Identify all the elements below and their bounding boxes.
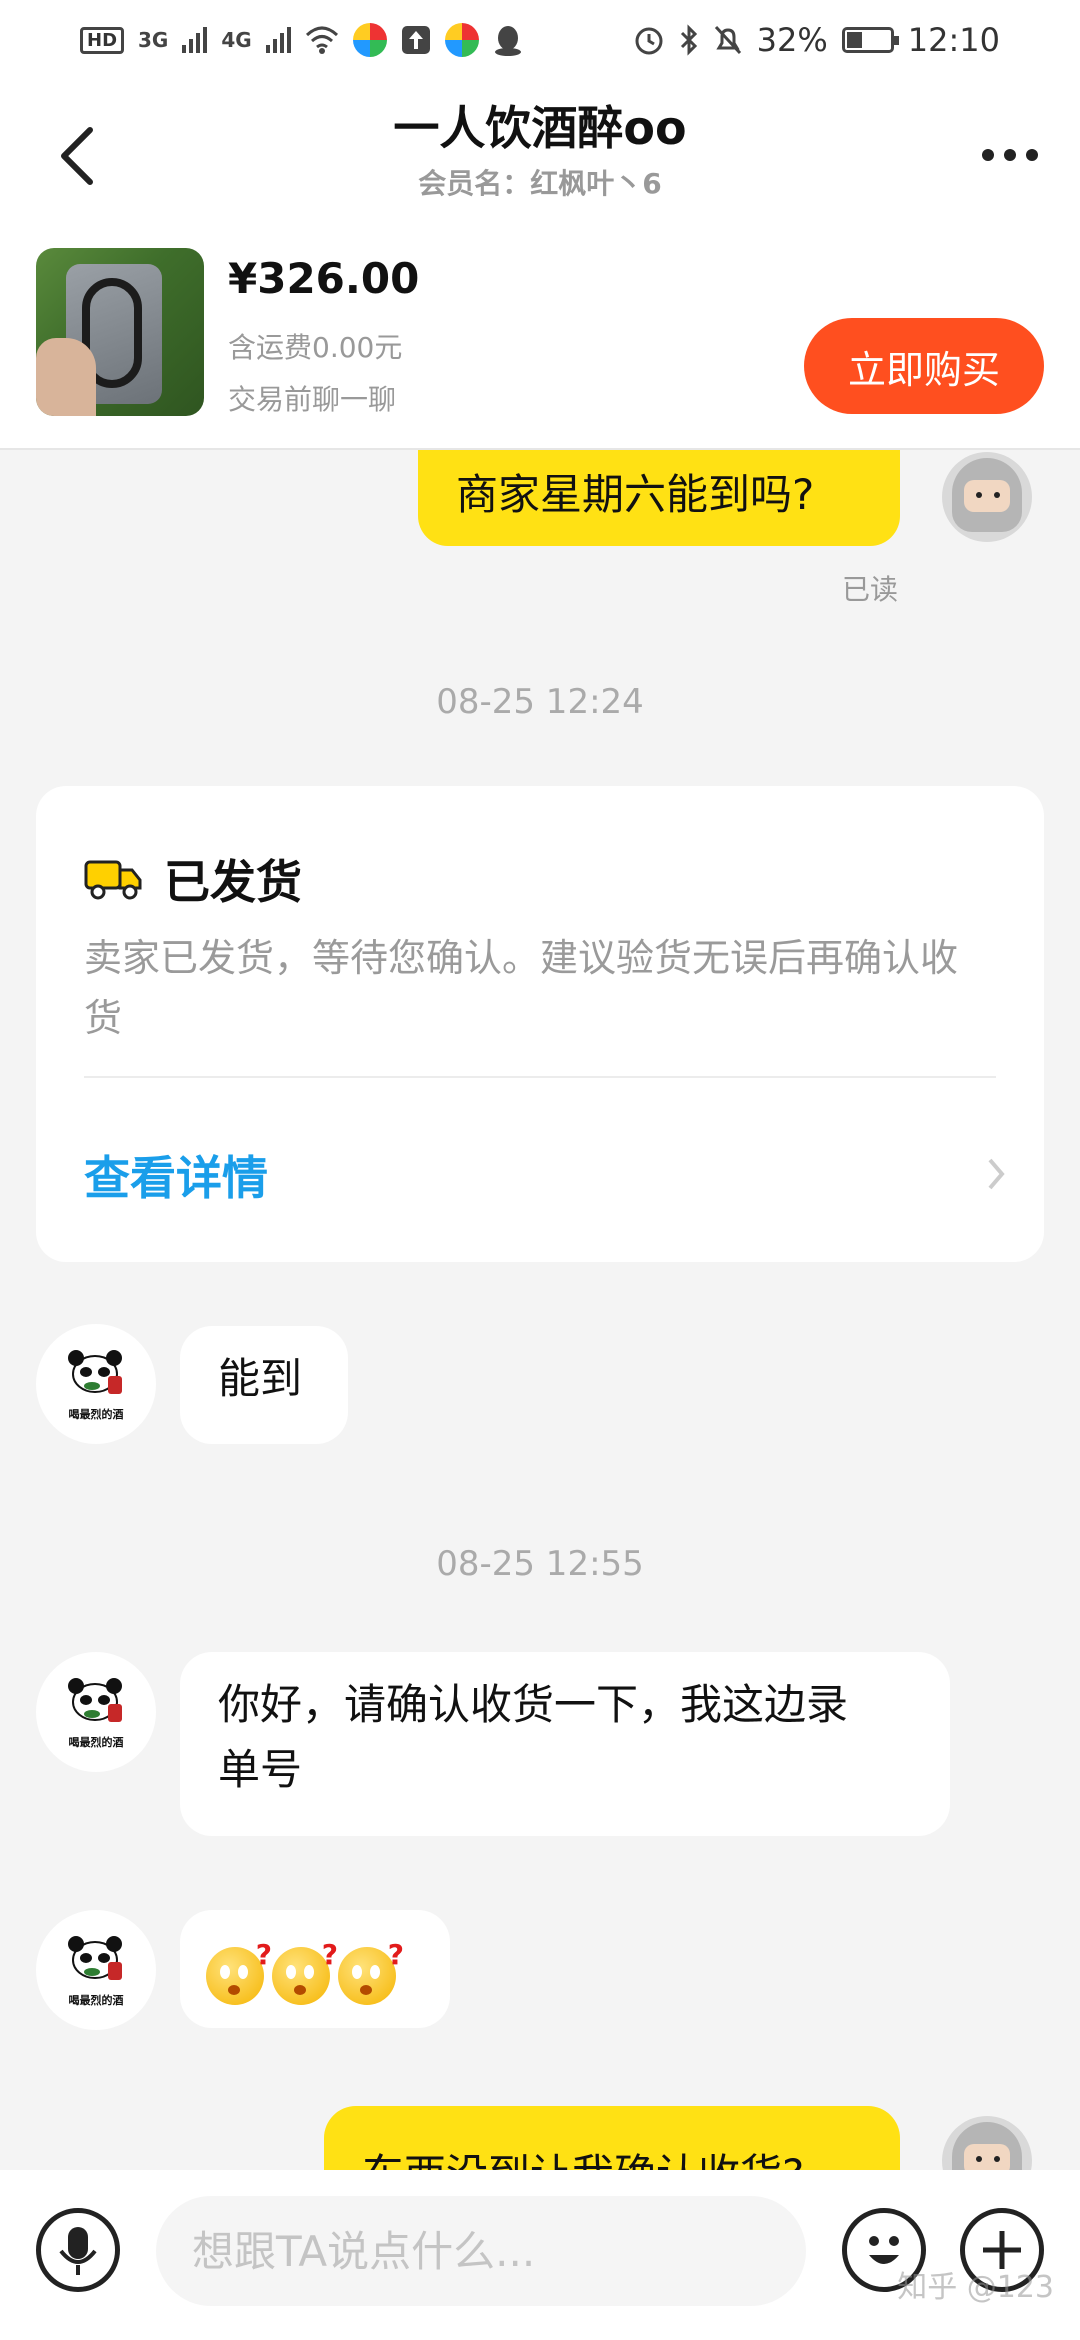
battery-level xyxy=(846,32,862,48)
battery-percent: 32% xyxy=(756,21,828,59)
panda-meme-icon xyxy=(68,1936,122,1980)
dot-icon xyxy=(1026,149,1038,161)
avatar-eye xyxy=(994,2156,1000,2162)
status-right: 32% 12:10 xyxy=(633,21,1000,59)
panda-meme-icon xyxy=(68,1678,122,1722)
card-header: 已发货 xyxy=(84,846,302,912)
signal-icon xyxy=(265,27,291,53)
message-bubble-incoming[interactable]: ??? xyxy=(180,1910,450,2028)
chevron-right-icon xyxy=(988,1158,1005,1190)
product-price: ¥326.00 xyxy=(228,254,420,303)
view-details-link[interactable]: 查看详情 xyxy=(84,1142,268,1208)
panda-meme-icon xyxy=(68,1350,122,1394)
avatar[interactable]: 喝最烈的酒 xyxy=(36,1652,156,1772)
alarm-icon xyxy=(635,27,663,55)
avatar[interactable] xyxy=(942,2116,1032,2170)
network-3g-label: 3G xyxy=(138,28,169,52)
dot-icon xyxy=(1004,149,1016,161)
card-title: 已发货 xyxy=(164,855,302,909)
status-left: HD 3G 4G xyxy=(80,23,523,57)
dot-icon xyxy=(982,149,994,161)
page-title: 一人饮酒醉oo xyxy=(393,101,687,155)
upload-icon xyxy=(401,26,430,54)
avatar-caption: 喝最烈的酒 xyxy=(68,1736,124,1749)
product-bar: ¥326.00 含运费0.00元 交易前聊一聊 立即购买 xyxy=(0,230,1080,450)
avatar-eye xyxy=(994,492,1000,498)
avatar-face xyxy=(964,2144,1010,2170)
divider xyxy=(84,1076,996,1078)
app-notification-icon xyxy=(352,23,387,57)
clock: 12:10 xyxy=(907,21,1000,59)
timestamp: 08-25 12:55 xyxy=(436,1544,644,1584)
watermark: 知乎 @123 xyxy=(897,2270,1054,2305)
message-input[interactable] xyxy=(156,2196,806,2306)
chat-header: 一人饮酒醉oo 会员名：红枫叶丶6 xyxy=(0,80,1080,230)
truck-icon xyxy=(84,860,142,900)
battery-icon xyxy=(841,27,899,53)
microphone-icon xyxy=(59,2227,97,2275)
timestamp: 08-25 12:24 xyxy=(436,682,644,722)
confused-face-icon: ? xyxy=(272,1938,338,2005)
input-bar: 知乎 @123 xyxy=(0,2170,1080,2340)
member-name: 会员名：红枫叶丶6 xyxy=(418,167,662,200)
wifi-icon xyxy=(305,26,338,54)
read-status: 已读 xyxy=(842,573,899,606)
voice-button[interactable] xyxy=(36,2208,120,2292)
more-options-button[interactable] xyxy=(970,135,1050,175)
status-bar: HD 3G 4G 32% 12:10 xyxy=(0,0,1080,80)
signal-icon xyxy=(182,27,208,53)
product-hand-shape xyxy=(36,338,96,416)
card-description: 卖家已发货，等待您确认。建议验货无误后再确认收货 xyxy=(84,936,959,1040)
shipping-status-card[interactable]: 已发货 卖家已发货，等待您确认。建议验货无误后再确认收货 查看详情 xyxy=(36,786,1044,1262)
chat-area[interactable]: 商家星期六能到吗? 已读 08-25 12:24 已发货 卖家已发货，等待您确认… xyxy=(0,450,1080,2170)
message-bubble-incoming[interactable]: 能到 xyxy=(180,1326,348,1444)
message-bubble-incoming[interactable]: 你好，请确认收货一下，我这边录单号 xyxy=(180,1652,950,1836)
confused-face-icon: ? xyxy=(338,1938,404,2005)
avatar-caption: 喝最烈的酒 xyxy=(68,1408,124,1421)
avatar[interactable] xyxy=(942,452,1032,542)
penguin-icon xyxy=(494,26,521,56)
avatar-face xyxy=(964,480,1010,512)
avatar-eye xyxy=(976,492,982,498)
avatar[interactable]: 喝最烈的酒 xyxy=(36,1324,156,1444)
shipping-fee: 含运费0.00元 xyxy=(228,331,403,364)
network-4g-label: 4G xyxy=(221,28,252,52)
buy-now-button[interactable]: 立即购买 xyxy=(804,318,1044,414)
message-bubble-outgoing[interactable]: 东西没到让我确认收货? xyxy=(324,2106,900,2170)
product-thumbnail[interactable] xyxy=(36,248,204,416)
hd-indicator: HD xyxy=(80,26,125,54)
chat-tip: 交易前聊一聊 xyxy=(228,383,397,416)
confused-face-icon: ? xyxy=(206,1938,272,2005)
message-bubble-outgoing[interactable]: 商家星期六能到吗? xyxy=(418,450,900,546)
bluetooth-icon xyxy=(680,24,697,56)
avatar-eye xyxy=(976,2156,982,2162)
app-notification-icon xyxy=(444,23,479,57)
mute-bell-icon xyxy=(714,25,741,55)
avatar-caption: 喝最烈的酒 xyxy=(68,1994,124,2007)
avatar[interactable]: 喝最烈的酒 xyxy=(36,1910,156,2030)
